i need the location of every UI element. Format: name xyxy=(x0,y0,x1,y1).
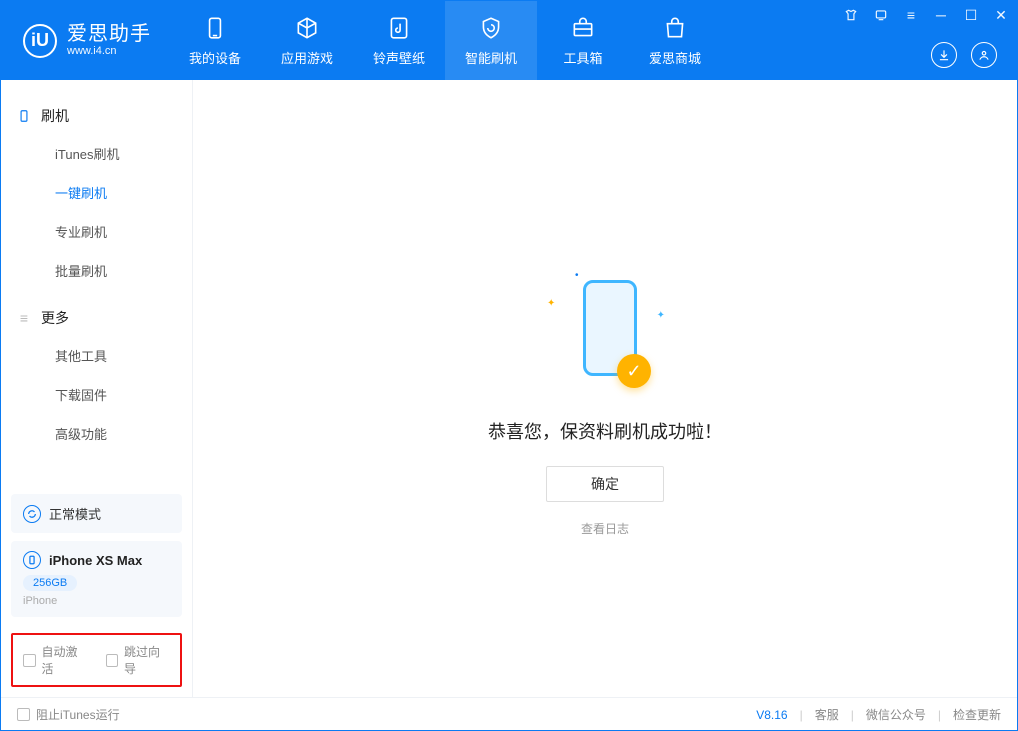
close-icon[interactable]: ✕ xyxy=(993,7,1009,23)
mode-label: 正常模式 xyxy=(49,504,101,523)
user-icon[interactable] xyxy=(971,42,997,68)
nav-label: 智能刷机 xyxy=(465,48,517,67)
version-label: V8.16 xyxy=(756,708,787,722)
music-file-icon xyxy=(385,14,413,42)
shopping-bag-icon xyxy=(661,14,689,42)
app-header: iU 爱思助手 www.i4.cn 我的设备 应用游戏 铃声壁纸 智能刷机 工具… xyxy=(1,1,1017,80)
sidebar-group-flash: 刷机 xyxy=(1,98,192,134)
footer: 阻止iTunes运行 V8.16 | 客服 | 微信公众号 | 检查更新 xyxy=(1,697,1017,731)
sidebar-item-batch-flash[interactable]: 批量刷机 xyxy=(1,251,192,290)
sidebar: 刷机 iTunes刷机 一键刷机 专业刷机 批量刷机 ≡ 更多 其他工具 下载固… xyxy=(1,80,193,697)
ok-button[interactable]: 确定 xyxy=(546,466,664,502)
sidebar-group-label: 更多 xyxy=(41,308,69,328)
window-controls: ≡ ─ ☐ ✕ xyxy=(843,7,1009,23)
nav-label: 铃声壁纸 xyxy=(373,48,425,67)
checkbox-block-itunes[interactable]: 阻止iTunes运行 xyxy=(17,706,120,723)
footer-link-support[interactable]: 客服 xyxy=(815,706,839,723)
nav-apps-games[interactable]: 应用游戏 xyxy=(261,1,353,80)
sidebar-group-more: ≡ 更多 xyxy=(1,300,192,336)
logo-icon: iU xyxy=(23,24,57,58)
minimize-icon[interactable]: ─ xyxy=(933,7,949,23)
logo-subtitle: www.i4.cn xyxy=(67,45,151,57)
list-icon: ≡ xyxy=(17,311,31,325)
maximize-icon[interactable]: ☐ xyxy=(963,7,979,23)
nav-label: 工具箱 xyxy=(563,48,602,67)
sidebar-item-oneclick-flash[interactable]: 一键刷机 xyxy=(1,173,192,212)
logo-area: iU 爱思助手 www.i4.cn xyxy=(1,1,169,80)
checkbox-skip-guide[interactable]: 跳过向导 xyxy=(106,643,171,677)
download-icon[interactable] xyxy=(931,42,957,68)
checkbox-auto-activate[interactable]: 自动激活 xyxy=(23,643,88,677)
main-content: ✦ ✦ • ✓ 恭喜您，保资料刷机成功啦！ 确定 查看日志 xyxy=(193,80,1017,697)
device-type: iPhone xyxy=(23,595,170,607)
footer-link-wechat[interactable]: 微信公众号 xyxy=(866,706,926,723)
highlighted-options-box: 自动激活 跳过向导 xyxy=(11,633,182,687)
nav-store[interactable]: 爱思商城 xyxy=(629,1,721,80)
checkbox-label: 跳过向导 xyxy=(124,643,170,677)
checkbox-icon xyxy=(106,654,119,667)
checkmark-icon: ✓ xyxy=(617,354,651,388)
spark-icon: ✦ xyxy=(657,310,665,321)
success-message: 恭喜您，保资料刷机成功啦！ xyxy=(488,418,722,444)
nav-ringtone-wallpaper[interactable]: 铃声壁纸 xyxy=(353,1,445,80)
sidebar-item-download-firmware[interactable]: 下载固件 xyxy=(1,375,192,414)
shield-refresh-icon xyxy=(477,14,505,42)
nav-toolbox[interactable]: 工具箱 xyxy=(537,1,629,80)
cube-icon xyxy=(293,14,321,42)
device-icon xyxy=(201,14,229,42)
refresh-icon xyxy=(23,505,41,523)
menu-icon[interactable]: ≡ xyxy=(903,7,919,23)
header-right-icons xyxy=(931,42,997,68)
logo-title: 爱思助手 xyxy=(67,23,151,45)
toolbox-icon xyxy=(569,14,597,42)
checkbox-label: 自动激活 xyxy=(42,643,88,677)
feedback-icon[interactable] xyxy=(873,7,889,23)
top-nav: 我的设备 应用游戏 铃声壁纸 智能刷机 工具箱 爱思商城 xyxy=(169,1,721,80)
sidebar-item-advanced[interactable]: 高级功能 xyxy=(1,414,192,453)
footer-link-update[interactable]: 检查更新 xyxy=(953,706,1001,723)
sidebar-item-itunes-flash[interactable]: iTunes刷机 xyxy=(1,134,192,173)
checkbox-icon xyxy=(17,708,30,721)
spark-icon: ✦ xyxy=(547,298,555,309)
nav-my-device[interactable]: 我的设备 xyxy=(169,1,261,80)
storage-badge: 256GB xyxy=(23,575,77,591)
shirt-icon[interactable] xyxy=(843,7,859,23)
nav-label: 应用游戏 xyxy=(281,48,333,67)
mode-card[interactable]: 正常模式 xyxy=(11,494,182,533)
sidebar-item-other-tools[interactable]: 其他工具 xyxy=(1,336,192,375)
device-small-icon xyxy=(23,551,41,569)
nav-smart-flash[interactable]: 智能刷机 xyxy=(445,1,537,80)
nav-label: 我的设备 xyxy=(189,48,241,67)
spark-icon: • xyxy=(575,270,579,281)
device-card[interactable]: iPhone XS Max 256GB iPhone xyxy=(11,541,182,617)
nav-label: 爱思商城 xyxy=(649,48,701,67)
device-name: iPhone XS Max xyxy=(49,553,142,568)
phone-icon xyxy=(17,109,31,123)
sidebar-group-label: 刷机 xyxy=(41,106,69,126)
checkbox-label: 阻止iTunes运行 xyxy=(36,706,120,723)
view-log-link[interactable]: 查看日志 xyxy=(581,520,629,537)
success-illustration: ✦ ✦ • ✓ xyxy=(545,270,665,390)
checkbox-icon xyxy=(23,654,36,667)
sidebar-item-pro-flash[interactable]: 专业刷机 xyxy=(1,212,192,251)
